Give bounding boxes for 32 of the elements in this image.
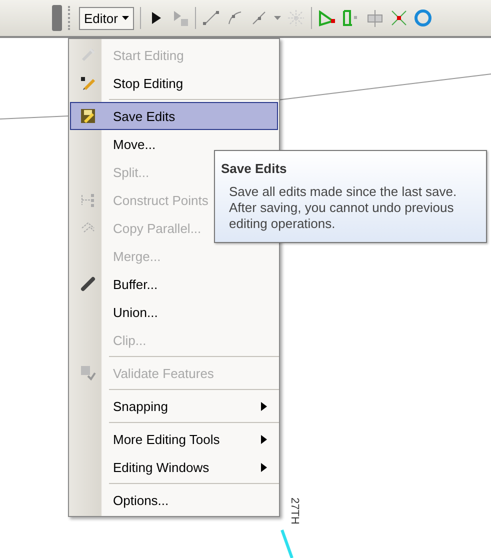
split-icon[interactable] xyxy=(390,9,408,27)
validate-icon xyxy=(80,365,96,381)
submenu-arrow-icon xyxy=(261,462,267,472)
tooltip-text: Save all edits made since the last save. After saving, you cannot undo previous editing operations. xyxy=(228,184,458,232)
cut-polygon-icon[interactable] xyxy=(366,9,384,27)
menu-item[interactable]: Editing Windows xyxy=(69,453,279,481)
vertex-edit-icon[interactable] xyxy=(318,9,336,27)
menu-item[interactable]: Move... xyxy=(69,130,279,158)
reshape-icon[interactable] xyxy=(342,9,360,27)
caret-icon[interactable] xyxy=(274,16,281,20)
line-tool-icon[interactable] xyxy=(202,9,220,27)
buffer-icon xyxy=(80,276,96,292)
curve-tool-icon[interactable] xyxy=(226,9,244,27)
menu-item[interactable]: Union... xyxy=(69,298,279,326)
rotate-icon[interactable] xyxy=(414,9,432,27)
menu-item[interactable]: Snapping xyxy=(69,389,279,420)
caret-icon xyxy=(122,16,129,20)
pencil-icon xyxy=(80,47,96,63)
submenu-arrow-icon xyxy=(261,434,267,444)
menu-item[interactable]: More Editing Tools xyxy=(69,422,279,453)
street-label: 27TH xyxy=(288,498,300,524)
toolbar-grip-icon[interactable] xyxy=(68,6,73,30)
pencil-icon xyxy=(80,75,96,91)
editor-menu-button[interactable]: Editor xyxy=(79,6,134,30)
menu-item[interactable]: Buffer... xyxy=(69,270,279,298)
save-icon xyxy=(80,108,96,124)
menu-item[interactable]: Options... xyxy=(69,483,279,514)
menu-item[interactable]: Stop Editing xyxy=(69,69,279,97)
menu-item[interactable]: Save Edits xyxy=(69,99,279,130)
tooltip-title: Save Edits xyxy=(221,161,288,176)
construct-points-icon xyxy=(80,192,96,208)
submenu-arrow-icon xyxy=(261,402,267,410)
